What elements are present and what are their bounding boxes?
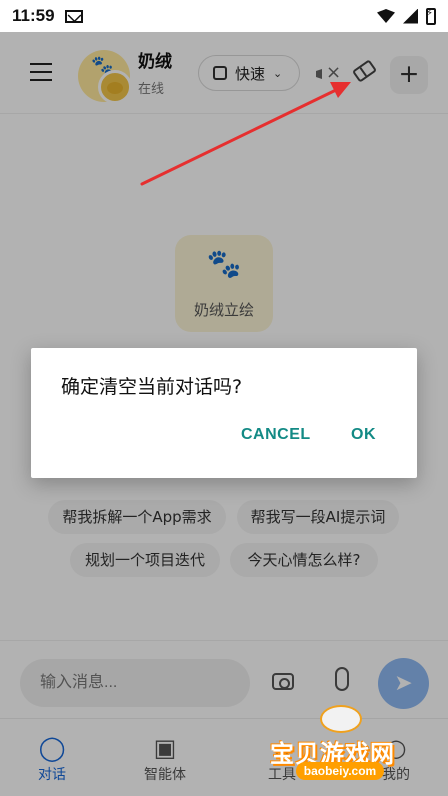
status-bar: 11:59: [0, 0, 448, 32]
dialog-title: 确定清空当前对话吗?: [61, 376, 243, 398]
signal-icon: [403, 8, 418, 24]
battery-icon: [426, 7, 436, 25]
status-right: [377, 7, 436, 25]
ok-button[interactable]: OK: [351, 426, 376, 444]
watermark-domain: baobeiy.com: [296, 762, 384, 780]
wifi-icon: [377, 9, 395, 23]
site-watermark: 宝贝游戏网 baobeiy.com: [270, 700, 448, 796]
status-time: 11:59: [12, 6, 55, 25]
game-controller-icon: [320, 705, 362, 733]
cancel-button[interactable]: CANCEL: [241, 426, 311, 444]
clear-chat-dialog: 确定清空当前对话吗? CANCEL OK: [31, 348, 417, 478]
mail-icon: [64, 9, 83, 23]
